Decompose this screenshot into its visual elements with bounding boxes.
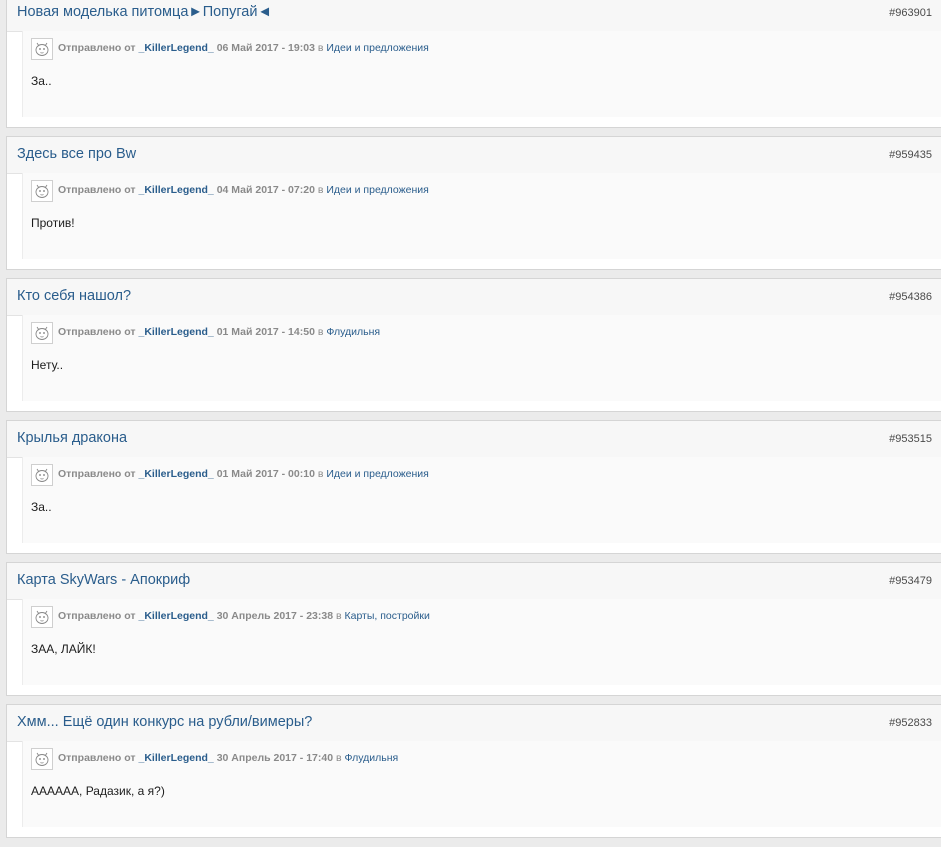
post-title-link[interactable]: Кто себя нашол? — [17, 288, 131, 304]
avatar-doodle-icon — [35, 42, 49, 56]
forum-link[interactable]: Флудильня — [326, 326, 380, 338]
sent-by-label: Отправлено от — [58, 610, 136, 622]
post-meta: Отправлено от _KillerLegend_ 30 Апрель 2… — [58, 752, 398, 764]
author-link[interactable]: _KillerLegend_ — [138, 610, 213, 622]
post-meta: Отправлено от _KillerLegend_ 01 Май 2017… — [58, 326, 380, 338]
post-date: 30 Апрель 2017 - 23:38 — [216, 610, 334, 622]
post-date: 06 Май 2017 - 19:03 — [216, 42, 315, 54]
post-date: 01 Май 2017 - 00:10 — [216, 468, 315, 480]
post-meta: Отправлено от _KillerLegend_ 30 Апрель 2… — [58, 610, 430, 622]
post-id-link[interactable]: #953479 — [889, 575, 932, 587]
author-link[interactable]: _KillerLegend_ — [138, 184, 213, 196]
avatar[interactable] — [31, 606, 53, 628]
post-title-link[interactable]: Карта SkyWars - Апокриф — [17, 572, 190, 588]
post-content: За.. — [31, 500, 52, 514]
post-body: Отправлено от _KillerLegend_ 01 Май 2017… — [22, 457, 941, 543]
avatar[interactable] — [31, 38, 53, 60]
post-id-link[interactable]: #959435 — [889, 149, 932, 161]
author-link[interactable]: _KillerLegend_ — [138, 752, 213, 764]
author-link[interactable]: _KillerLegend_ — [138, 468, 213, 480]
avatar[interactable] — [31, 464, 53, 486]
post-meta: Отправлено от _KillerLegend_ 04 Май 2017… — [58, 184, 429, 196]
post-card: Хмм... Ещё один конкурс на рубли/вимеры?… — [6, 704, 941, 838]
avatar-doodle-icon — [35, 610, 49, 624]
post-header: Здесь все про Bw #959435 — [7, 137, 941, 174]
forum-link[interactable]: Карты, постройки — [344, 610, 429, 622]
post-header: Крылья дракона #953515 — [7, 421, 941, 458]
avatar-doodle-icon — [35, 326, 49, 340]
post-header: Карта SkyWars - Апокриф #953479 — [7, 563, 941, 600]
forum-link[interactable]: Идеи и предложения — [326, 468, 429, 480]
post-content: Против! — [31, 216, 75, 230]
author-link[interactable]: _KillerLegend_ — [138, 326, 213, 338]
post-date: 30 Апрель 2017 - 17:40 — [216, 752, 334, 764]
in-label: в — [317, 184, 324, 196]
sent-by-label: Отправлено от — [58, 326, 136, 338]
in-label: в — [335, 752, 342, 764]
in-label: в — [317, 326, 324, 338]
post-title-link[interactable]: Здесь все про Bw — [17, 146, 136, 162]
post-body: Отправлено от _KillerLegend_ 06 Май 2017… — [22, 31, 941, 117]
avatar[interactable] — [31, 180, 53, 202]
post-card: Новая моделька питомца►Попугай◄ #963901 … — [6, 0, 941, 128]
post-body: Отправлено от _KillerLegend_ 01 Май 2017… — [22, 315, 941, 401]
post-content: За.. — [31, 74, 52, 88]
post-body: Отправлено от _KillerLegend_ 30 Апрель 2… — [22, 599, 941, 685]
post-card: Карта SkyWars - Апокриф #953479 Отправле… — [6, 562, 941, 696]
sent-by-label: Отправлено от — [58, 468, 136, 480]
post-header: Кто себя нашол? #954386 — [7, 279, 941, 316]
post-meta: Отправлено от _KillerLegend_ 06 Май 2017… — [58, 42, 429, 54]
in-label: в — [335, 610, 342, 622]
post-title-link[interactable]: Новая моделька питомца►Попугай◄ — [17, 4, 272, 20]
post-body: Отправлено от _KillerLegend_ 30 Апрель 2… — [22, 741, 941, 827]
post-date: 04 Май 2017 - 07:20 — [216, 184, 315, 196]
post-title-link[interactable]: Крылья дракона — [17, 430, 127, 446]
forum-link[interactable]: Флудильня — [344, 752, 398, 764]
forum-link[interactable]: Идеи и предложения — [326, 184, 429, 196]
post-id-link[interactable]: #952833 — [889, 717, 932, 729]
avatar[interactable] — [31, 748, 53, 770]
post-meta: Отправлено от _KillerLegend_ 01 Май 2017… — [58, 468, 429, 480]
avatar-doodle-icon — [35, 468, 49, 482]
post-card: Кто себя нашол? #954386 Отправлено от _K… — [6, 278, 941, 412]
avatar-doodle-icon — [35, 752, 49, 766]
post-content: Нету.. — [31, 358, 64, 372]
in-label: в — [317, 468, 324, 480]
author-link[interactable]: _KillerLegend_ — [138, 42, 213, 54]
post-card: Здесь все про Bw #959435 Отправлено от _… — [6, 136, 941, 270]
in-label: в — [317, 42, 324, 54]
post-id-link[interactable]: #953515 — [889, 433, 932, 445]
sent-by-label: Отправлено от — [58, 184, 136, 196]
post-id-link[interactable]: #954386 — [889, 291, 932, 303]
avatar-doodle-icon — [35, 184, 49, 198]
avatar[interactable] — [31, 322, 53, 344]
post-header: Хмм... Ещё один конкурс на рубли/вимеры?… — [7, 705, 941, 742]
post-content: АААААА, Радазик, а я?) — [31, 784, 165, 798]
post-header: Новая моделька питомца►Попугай◄ #963901 — [7, 0, 941, 32]
sent-by-label: Отправлено от — [58, 752, 136, 764]
post-date: 01 Май 2017 - 14:50 — [216, 326, 315, 338]
post-body: Отправлено от _KillerLegend_ 04 Май 2017… — [22, 173, 941, 259]
post-title-link[interactable]: Хмм... Ещё один конкурс на рубли/вимеры? — [17, 714, 312, 730]
forum-link[interactable]: Идеи и предложения — [326, 42, 429, 54]
post-content: ЗАА, ЛАЙК! — [31, 642, 96, 656]
post-card: Крылья дракона #953515 Отправлено от _Ki… — [6, 420, 941, 554]
post-id-link[interactable]: #963901 — [889, 7, 932, 19]
sent-by-label: Отправлено от — [58, 42, 136, 54]
